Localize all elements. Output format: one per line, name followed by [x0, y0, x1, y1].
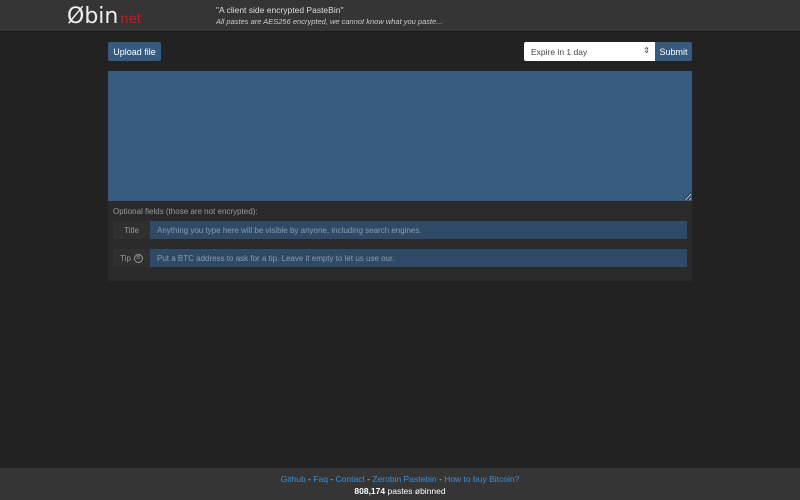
submit-button[interactable]: Submit	[655, 42, 692, 61]
logo[interactable]: Øbin net	[67, 4, 142, 29]
tip-field-group: Tip B Put a BTC address to ask for a tip.…	[113, 249, 687, 267]
optional-fields: Optional fields (those are not encrypted…	[108, 201, 692, 281]
buy-bitcoin-link[interactable]: How to buy Bitcoin?	[444, 474, 519, 484]
tip-label: Tip B	[113, 249, 150, 267]
select-arrows-icon: ⇕	[643, 46, 650, 55]
paste-content-textarea[interactable]	[108, 71, 692, 201]
expiration-value: Expire in 1 day	[531, 47, 588, 57]
footer-links: Github - Faq - Contact - Zerobin Pastebi…	[0, 474, 800, 484]
paste-count-suffix: pastes øbinned	[385, 486, 446, 496]
logo-suffix: net	[120, 12, 142, 27]
tagline-main: "A client side encrypted PasteBin"	[216, 5, 344, 15]
optional-fields-label: Optional fields (those are not encrypted…	[113, 207, 258, 216]
zerobin-pastebin-link[interactable]: Zerobin Pastebin	[372, 474, 436, 484]
paste-count: 808,174 pastes øbinned	[0, 486, 800, 496]
tagline-sub: All pastes are AES256 encrypted, we cann…	[216, 17, 443, 26]
title-input[interactable]: Anything you type here will be visible b…	[150, 221, 687, 239]
upload-file-button[interactable]: Upload file	[108, 42, 161, 61]
github-link[interactable]: Github	[281, 474, 306, 484]
top-bar: Øbin net "A client side encrypted PasteBi…	[0, 0, 800, 32]
tagline: "A client side encrypted PasteBin" All p…	[216, 5, 443, 26]
bitcoin-icon: B	[133, 253, 143, 263]
expiration-select[interactable]: Expire in 1 day ⇕	[524, 42, 655, 61]
title-field-group: Title Anything you type here will be vis…	[113, 221, 687, 239]
paste-count-number: 808,174	[354, 486, 386, 496]
contact-link[interactable]: Contact	[336, 474, 365, 484]
title-label: Title	[113, 221, 150, 239]
tip-label-text: Tip	[120, 253, 131, 263]
separator: -	[327, 474, 336, 484]
tip-input[interactable]: Put a BTC address to ask for a tip. Leav…	[150, 249, 687, 267]
footer: Github - Faq - Contact - Zerobin Pastebi…	[0, 468, 800, 500]
logo-text: Øbin	[67, 4, 119, 29]
faq-link[interactable]: Faq	[313, 474, 328, 484]
